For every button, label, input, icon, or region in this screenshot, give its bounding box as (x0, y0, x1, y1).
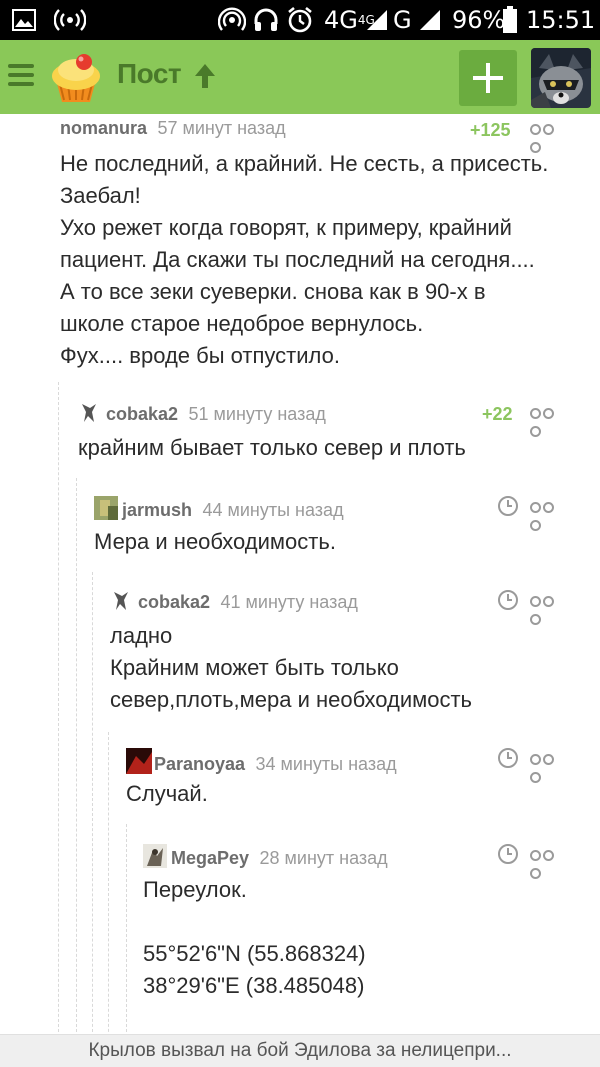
arrow-up-icon[interactable] (193, 62, 217, 92)
comment-avatar[interactable] (143, 844, 167, 868)
comment-header: Paranoyaa 34 минуты назад (126, 748, 572, 783)
battery-icon (502, 0, 518, 40)
comment-body: Переулок. 55°52'6"N (55.868324) 38°29'6"… (143, 877, 366, 998)
page-title: Пост (117, 58, 182, 89)
more-icon[interactable] (530, 500, 562, 531)
hotspot-icon (218, 0, 246, 40)
comment-time[interactable]: 51 минуту назад (189, 404, 326, 424)
comment-header: MegaPey 28 минут назад (143, 844, 572, 879)
comment-body: Случай. (126, 781, 208, 806)
add-post-button[interactable] (459, 50, 517, 106)
clock: 15:51 (526, 6, 596, 34)
comment-rating: +125 (470, 120, 511, 140)
image-icon (12, 0, 36, 40)
menu-icon[interactable] (8, 64, 34, 86)
comment: cobaka2 51 минуту назад +22 крайним быва… (78, 402, 572, 464)
comment-body: Мера и необходимость. (94, 529, 336, 554)
comment-avatar[interactable] (94, 496, 118, 520)
comment-author[interactable]: Paranoyaa (154, 754, 245, 774)
signal-icon (365, 0, 389, 40)
comments-thread: nomanura 57 минут назад +125 Не последни… (0, 114, 600, 1034)
comment-time[interactable]: 41 минуту назад (221, 592, 358, 612)
comment-author[interactable]: jarmush (122, 500, 192, 520)
status-bar: 4G 4G G 96% 15:51 (0, 0, 600, 40)
clock-icon[interactable] (498, 590, 518, 610)
comment-avatar[interactable] (110, 590, 132, 612)
more-icon[interactable] (530, 594, 562, 625)
thread-line (126, 824, 128, 1034)
broadcast-icon (54, 0, 86, 40)
clock-icon[interactable] (498, 844, 518, 864)
headphones-icon (252, 0, 280, 40)
carrier-signal-label: G (393, 6, 412, 34)
comment-header: cobaka2 51 минуту назад +22 (78, 402, 572, 437)
comment-author[interactable]: MegaPey (171, 848, 249, 868)
next-post-bar[interactable]: Крылов вызвал на бой Эдилова за нелицепр… (0, 1034, 600, 1067)
comment-time[interactable]: 44 минуты назад (202, 500, 343, 520)
comment: nomanura 57 минут назад +125 Не последни… (60, 118, 572, 372)
comment-avatar[interactable] (78, 402, 100, 424)
comment-time[interactable]: 28 минут назад (260, 848, 388, 868)
comment-time[interactable]: 34 минуты назад (256, 754, 397, 774)
comment-body: ладно Крайним может быть только север,пл… (110, 623, 473, 712)
thread-line (92, 572, 94, 1034)
comment-author[interactable]: cobaka2 (106, 404, 178, 424)
comment-avatar[interactable] (126, 748, 152, 774)
thread-line (58, 382, 60, 1034)
alarm-icon (286, 0, 314, 40)
comment: cobaka2 41 минуту назад ладно Крайним мо… (110, 590, 572, 716)
comment-time[interactable]: 57 минут назад (157, 118, 285, 138)
more-icon[interactable] (530, 848, 562, 879)
comment: jarmush 44 минуты назад Мера и необходим… (94, 496, 572, 558)
clock-icon[interactable] (498, 748, 518, 768)
battery-percent: 96% (452, 6, 506, 34)
comment-body: Не последний, а крайний. Не сесть, а при… (60, 151, 549, 368)
signal-icon-2 (418, 0, 442, 40)
user-avatar[interactable] (531, 48, 591, 108)
comment: Paranoyaa 34 минуты назад Случай. (126, 748, 572, 810)
comment: MegaPey 28 минут назад Переулок. 55°52'6… (143, 844, 572, 1002)
cupcake-logo[interactable] (48, 50, 104, 106)
more-icon[interactable] (530, 752, 562, 783)
app-header: Пост (0, 40, 600, 114)
comment-rating: +22 (482, 404, 513, 424)
thread-line (108, 732, 110, 1034)
comment-header: nomanura 57 минут назад +125 (60, 118, 572, 153)
more-icon[interactable] (530, 122, 562, 153)
clock-icon[interactable] (498, 496, 518, 516)
more-icon[interactable] (530, 406, 562, 437)
comment-body: крайним бывает только север и плоть (78, 435, 466, 460)
comment-author[interactable]: nomanura (60, 118, 147, 138)
comment-header: jarmush 44 минуты назад (94, 496, 572, 531)
comment-header: cobaka2 41 минуту назад (110, 590, 572, 625)
thread-line (76, 478, 78, 1034)
comment-author[interactable]: cobaka2 (138, 592, 210, 612)
